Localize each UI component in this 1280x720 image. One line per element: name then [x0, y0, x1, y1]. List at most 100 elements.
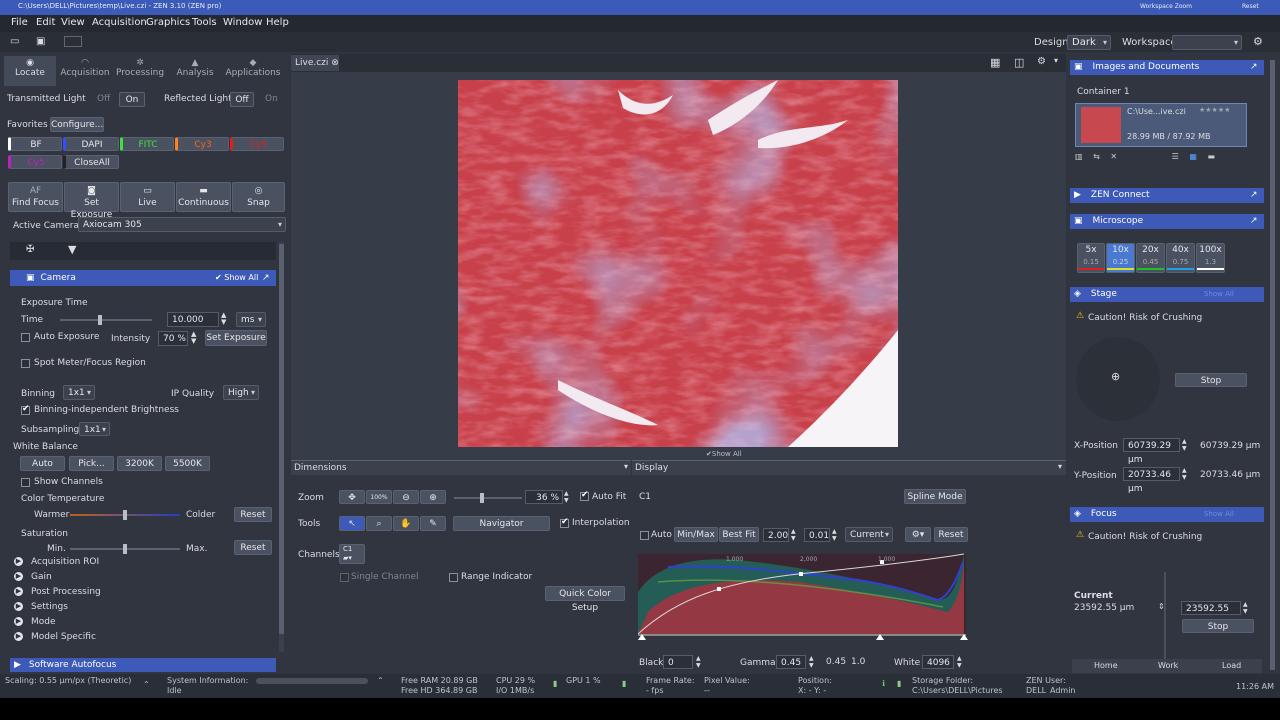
- stage-header[interactable]: ◈ Stage Show All: [1070, 287, 1264, 302]
- menu-graphics[interactable]: Graphics: [146, 17, 190, 28]
- tab-processing[interactable]: ✲ Processing: [114, 56, 166, 86]
- view-settings-icon[interactable]: ⚙: [1037, 56, 1046, 67]
- tab-acquisition[interactable]: ◠ Acquisition: [59, 56, 111, 86]
- settings-gear-icon[interactable]: ⚙: [1253, 35, 1263, 48]
- list-view-icon[interactable]: ☰: [1172, 152, 1179, 161]
- time-input[interactable]: 10.000: [167, 312, 219, 327]
- white-stepper[interactable]: ▲ ▼: [957, 655, 962, 669]
- view-menu-icon[interactable]: ▾: [1054, 56, 1058, 65]
- workspace-zoom-label[interactable]: Workspace Zoom: [1140, 3, 1192, 10]
- section-gain[interactable]: ▶ Gain: [14, 572, 274, 587]
- software-autofocus-header[interactable]: ▶ Software Autofocus: [10, 658, 276, 672]
- wb-auto-button[interactable]: Auto: [20, 456, 65, 471]
- gamma-input[interactable]: 0.45: [776, 655, 806, 669]
- menu-acquisition[interactable]: Acquisition: [92, 17, 147, 28]
- left-scrollbar[interactable]: [279, 242, 284, 652]
- wb-pick-button[interactable]: Pick...: [69, 456, 114, 471]
- tab-applications[interactable]: ◆ Applications: [224, 56, 282, 86]
- spline-mode-button[interactable]: Spline Mode: [904, 489, 966, 504]
- dimensions-tab-header[interactable]: Dimensions ▾: [291, 460, 631, 475]
- time-slider[interactable]: [60, 315, 152, 325]
- pin-icon[interactable]: ↗: [262, 270, 270, 286]
- set-exposure-small-button[interactable]: Set Exposure: [205, 330, 267, 346]
- binning-brightness-checkbox[interactable]: [21, 404, 30, 415]
- stage-stop-button[interactable]: Stop: [1175, 373, 1247, 387]
- chevron-down-icon[interactable]: ▾: [1058, 462, 1062, 471]
- layout-icon[interactable]: [64, 36, 82, 47]
- reflected-off[interactable]: Off: [230, 92, 254, 107]
- bestfit-value-2[interactable]: 0.01: [804, 528, 830, 542]
- focus-show-all[interactable]: Show All: [1204, 507, 1234, 522]
- menu-file[interactable]: File: [11, 17, 28, 28]
- gamma-stepper[interactable]: ▲ ▼: [809, 655, 814, 669]
- draw-tool-icon[interactable]: ✎: [420, 516, 446, 531]
- detail-view-icon[interactable]: ▬: [1207, 152, 1215, 161]
- channel-bf[interactable]: BF: [8, 137, 62, 151]
- time-stepper[interactable]: ▲ ▼: [221, 312, 226, 326]
- channel-cy5[interactable]: Cy5: [230, 137, 284, 151]
- bestfit-stepper-1[interactable]: ▲ ▼: [791, 528, 796, 542]
- right-scrollbar[interactable]: [1270, 60, 1275, 670]
- collapse-up-icon[interactable]: ⌃: [143, 680, 150, 689]
- pin-icon[interactable]: ↗: [1250, 60, 1258, 75]
- tab-live-czi[interactable]: Live.czi ⊗: [291, 55, 339, 71]
- color-temp-knob[interactable]: [123, 510, 127, 520]
- workspace-select[interactable]: [1172, 35, 1242, 50]
- reset-zoom-button[interactable]: Reset: [1242, 3, 1259, 10]
- zen-connect-header[interactable]: ▶ ZEN Connect ↗: [1070, 188, 1264, 203]
- black-input[interactable]: 0: [663, 655, 693, 669]
- saturation-knob[interactable]: [123, 544, 127, 554]
- open-folder-icon[interactable]: ▭: [10, 36, 19, 47]
- import-icon[interactable]: ▥: [1075, 152, 1083, 161]
- intensity-input[interactable]: 70 %: [158, 331, 188, 346]
- quick-color-setup-button[interactable]: Quick Color Setup: [545, 586, 625, 613]
- time-slider-knob[interactable]: [98, 315, 102, 325]
- image-viewport[interactable]: ✔Show All: [291, 72, 1066, 460]
- microscope-header[interactable]: ▣ Microscope ↗: [1070, 214, 1264, 229]
- delete-icon[interactable]: ✕: [1110, 152, 1117, 161]
- zoom-100-button[interactable]: 100%: [366, 490, 392, 504]
- section-post-processing[interactable]: ▶ Post Processing: [14, 587, 274, 602]
- reflected-on[interactable]: On: [265, 94, 278, 104]
- histogram[interactable]: 1,000 2,000 1,000: [638, 552, 968, 642]
- auto-fit-checkbox[interactable]: [580, 490, 589, 501]
- wb-5500k-button[interactable]: 5500K: [165, 456, 210, 471]
- time-unit-select[interactable]: ms: [236, 312, 266, 327]
- pan-tool-icon[interactable]: ✋: [393, 516, 419, 531]
- objective-100x[interactable]: 100x 1.3: [1196, 243, 1225, 273]
- objective-40x[interactable]: 40x 0.75: [1166, 243, 1195, 273]
- active-camera-select[interactable]: Axiocam 305: [78, 217, 286, 232]
- interpolation-checkbox[interactable]: [560, 517, 569, 528]
- display-settings-icon[interactable]: ⚙▾: [905, 527, 931, 542]
- black-stepper[interactable]: ▲ ▼: [696, 655, 701, 669]
- expand-up-icon[interactable]: ⌃: [377, 676, 384, 685]
- display-auto-checkbox[interactable]: [640, 531, 649, 540]
- images-docs-header[interactable]: ▣ Images and Documents ↗: [1070, 60, 1264, 75]
- objective-10x[interactable]: 10x 0.25: [1106, 243, 1135, 273]
- objective-20x[interactable]: 20x 0.45: [1136, 243, 1165, 273]
- color-temp-reset-button[interactable]: Reset: [234, 507, 272, 522]
- focus-slider-track[interactable]: [1164, 572, 1166, 662]
- stage-joystick[interactable]: ⊕: [1076, 337, 1160, 421]
- display-reset-button[interactable]: Reset: [934, 527, 968, 542]
- focus-current-input[interactable]: 23592.55 µm: [1181, 601, 1241, 628]
- move-icon[interactable]: ⇆: [1093, 152, 1100, 161]
- bestfit-value-1[interactable]: 2.00: [763, 528, 789, 542]
- zoom-out-icon[interactable]: ⊖: [393, 490, 419, 504]
- pointer-tool-icon[interactable]: ↖: [339, 516, 365, 531]
- close-icon[interactable]: ⊗: [331, 58, 339, 68]
- focus-stepper[interactable]: ⇕: [1158, 602, 1165, 611]
- channel-cy5-2[interactable]: Cy5: [8, 155, 62, 169]
- focus-stop-button[interactable]: Stop: [1182, 619, 1254, 633]
- tab-work[interactable]: Work: [1158, 659, 1178, 673]
- tab-locate[interactable]: ◉ Locate: [4, 56, 56, 86]
- zoom-slider-knob[interactable]: [480, 493, 484, 503]
- tab-analysis[interactable]: ▲ Analysis: [169, 56, 221, 86]
- intensity-stepper[interactable]: ▲ ▼: [191, 331, 196, 345]
- section-acquisition-roi[interactable]: ▶ Acquisition ROI: [14, 557, 274, 572]
- zoom-stepper[interactable]: ▲ ▼: [564, 490, 569, 504]
- focus-header[interactable]: ◈ Focus Show All: [1070, 507, 1264, 522]
- transmitted-off[interactable]: Off: [97, 94, 110, 104]
- menu-help[interactable]: Help: [266, 17, 289, 28]
- channel-cy3[interactable]: Cy3: [175, 137, 229, 151]
